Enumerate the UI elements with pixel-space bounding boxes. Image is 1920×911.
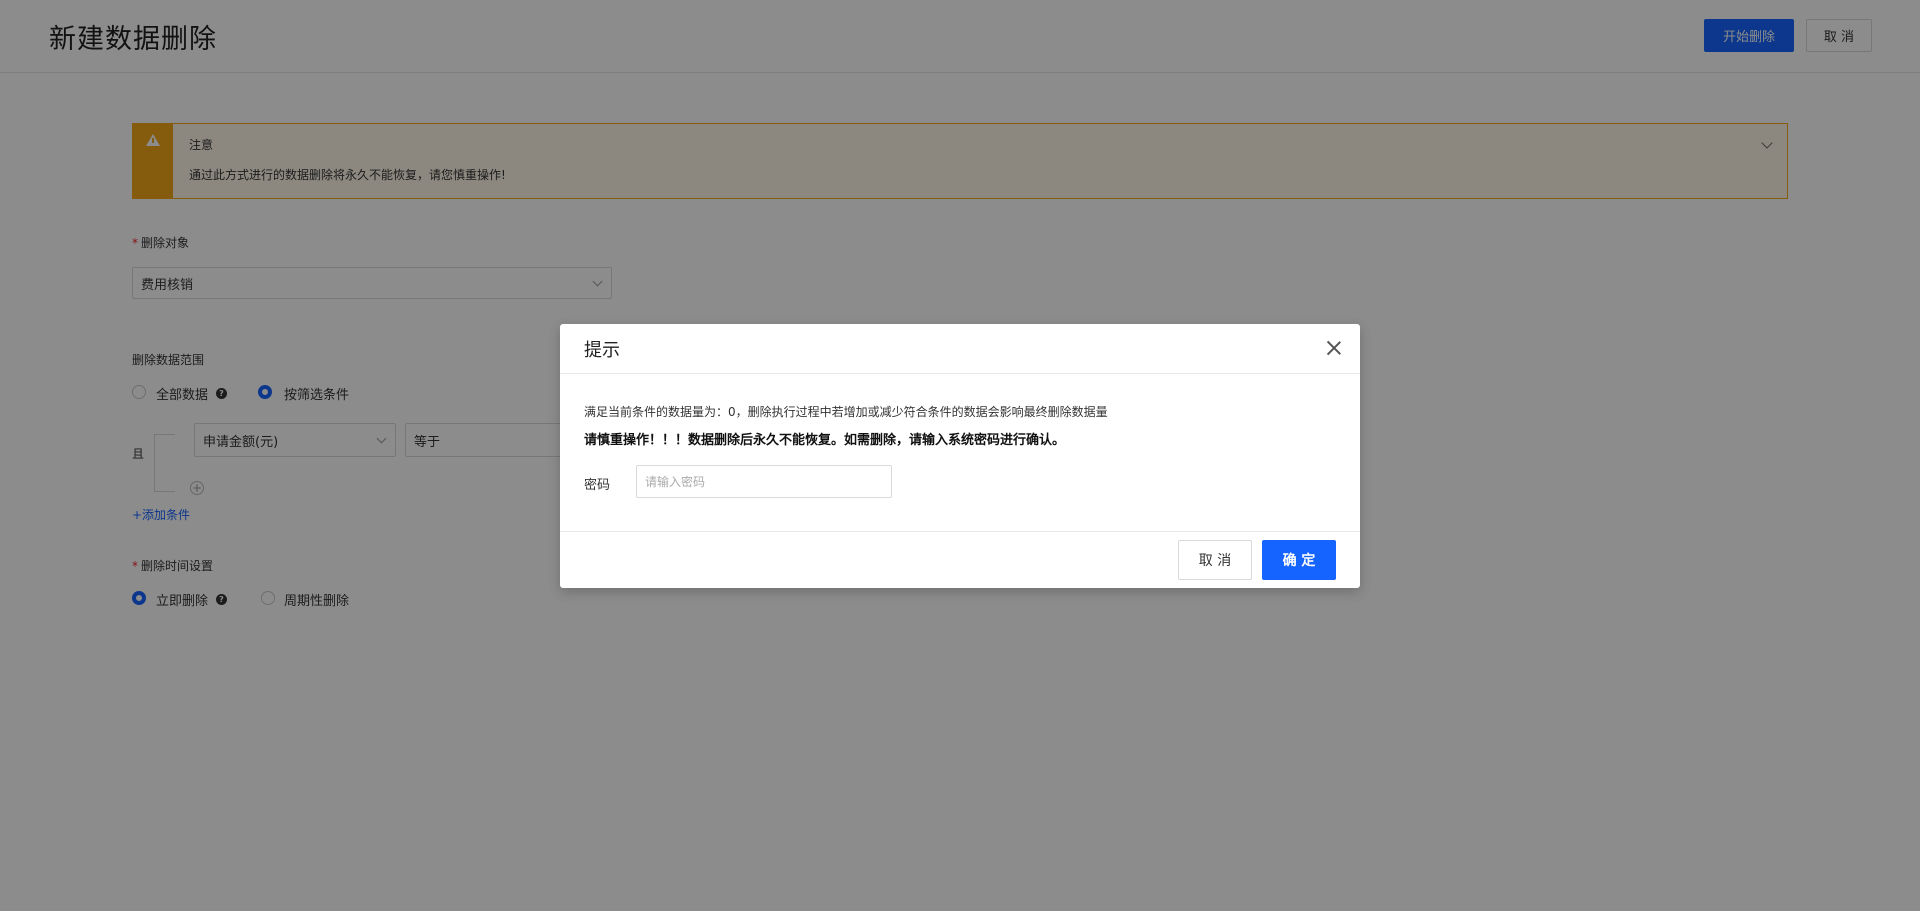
dialog-confirm-button[interactable]: 确 定 [1262, 540, 1336, 580]
password-label: 密码 [584, 478, 611, 493]
dialog-title: 提示 [584, 340, 620, 361]
password-input[interactable] [636, 465, 892, 498]
dialog-count-text: 满足当前条件的数据量为：0，删除执行过程中若增加或减少符合条件的数据会影响最终删… [584, 405, 1108, 419]
close-icon[interactable] [1324, 338, 1344, 358]
dialog-footer: 取 消 确 定 [560, 531, 1360, 589]
dialog-header: 提示 [560, 324, 1360, 374]
confirm-dialog: 提示 满足当前条件的数据量为：0，删除执行过程中若增加或减少符合条件的数据会影响… [560, 324, 1360, 588]
dialog-cancel-button[interactable]: 取 消 [1178, 540, 1252, 580]
page: 新建数据删除 开始删除 取 消 注意 通过此方式进行的数据删除将永久不能恢复，请… [0, 0, 1920, 911]
dialog-warning-text: 请慎重操作！！！数据删除后永久不能恢复。如需删除，请输入系统密码进行确认。 [584, 433, 1066, 448]
